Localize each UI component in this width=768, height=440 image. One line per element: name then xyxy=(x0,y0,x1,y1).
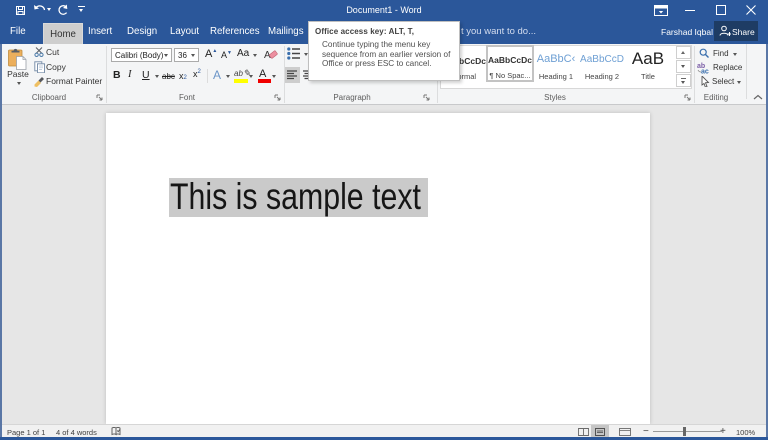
svg-text:ac: ac xyxy=(701,69,709,75)
